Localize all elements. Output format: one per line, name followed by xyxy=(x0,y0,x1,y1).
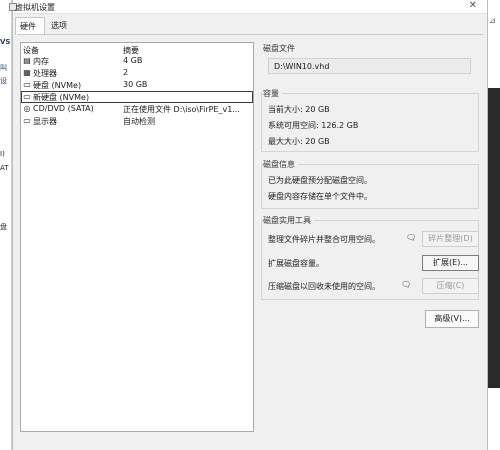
info-tooltip-icon: 🗨 xyxy=(401,280,412,289)
device-summary: 2 xyxy=(123,68,129,77)
expand-description: 扩展磁盘容量。 xyxy=(268,259,324,268)
disk-info-group: 磁盘信息 已为此硬盘预分配磁盘空间。 硬盘内容存储在单个文件中。 xyxy=(261,159,479,209)
tab-hardware[interactable]: 硬件 xyxy=(15,17,45,35)
current-size-text: 当前大小: 20 GB xyxy=(268,105,330,114)
background-text-fragment: 叫 xyxy=(0,64,7,72)
device-row-display[interactable]: ▭ 显示器 自动检测 xyxy=(21,115,253,127)
device-summary: 30 GB xyxy=(123,80,148,89)
compact-description: 压缩磁盘以回收未使用的空间。 xyxy=(268,282,380,291)
resize-grip-icon: ⊿ xyxy=(489,16,496,25)
defragment-description: 整理文件碎片并整合可用空间。 xyxy=(268,235,380,244)
capacity-group: 容量 当前大小: 20 GB 系统可用空间: 126.2 GB 最大大小: 20… xyxy=(261,88,479,152)
disk-utilities-group: 磁盘实用工具 整理文件碎片并整合可用空间。 🗨 碎片整理(D) 扩展磁盘容量。 … xyxy=(261,215,479,300)
device-name: 硬盘 (NVMe) xyxy=(33,81,82,90)
memory-icon: ▤ xyxy=(23,56,31,65)
device-name: CD/DVD (SATA) xyxy=(33,104,94,113)
device-name: 内存 xyxy=(33,57,49,66)
background-window-left: VS 叫 设 I) AT 盘 xyxy=(0,0,12,450)
disk-info-group-box xyxy=(261,164,479,209)
device-summary: 4 GB xyxy=(123,56,143,65)
title-bar: 虚拟机设置 ✕ xyxy=(9,0,487,14)
max-size-text: 最大大小: 20 GB xyxy=(268,137,330,146)
tab-options[interactable]: 选项 xyxy=(47,17,73,35)
defragment-button[interactable]: 碎片整理(D) xyxy=(422,231,479,247)
advanced-button[interactable]: 高级(V)... xyxy=(425,310,479,328)
disk-file-label: 磁盘文件 xyxy=(263,43,298,54)
tab-bar: 硬件 选项 xyxy=(13,17,487,35)
background-window-right: ⊿ xyxy=(488,14,500,450)
disk-file-path: D:\WIN10.vhd xyxy=(268,58,471,74)
close-icon[interactable]: ✕ xyxy=(469,0,477,11)
background-text-fragment: I) xyxy=(0,150,5,158)
disk-info-label: 磁盘信息 xyxy=(263,159,298,170)
background-text-fragment: 盘 xyxy=(0,223,7,231)
capacity-label: 容量 xyxy=(263,88,282,99)
device-row-hard-disk[interactable]: ▭ 硬盘 (NVMe) 30 GB xyxy=(21,79,253,91)
background-dark-band xyxy=(488,88,500,388)
disk-file-group: 磁盘文件 D:\WIN10.vhd xyxy=(261,43,479,83)
info-tooltip-icon: 🗨 xyxy=(406,233,417,242)
background-text-fragment: AT xyxy=(0,164,9,172)
device-row-processor[interactable]: ▦ 处理器 2 xyxy=(21,67,253,79)
device-summary: 自动检测 xyxy=(123,117,155,126)
device-list: 设备 摘要 ▤ 内存 4 GB ▦ 处理器 2 ▭ 硬盘 (NVMe) 30 G… xyxy=(20,42,254,432)
tab-content: 设备 摘要 ▤ 内存 4 GB ▦ 处理器 2 ▭ 硬盘 (NVMe) 30 G… xyxy=(17,34,483,444)
processor-icon: ▦ xyxy=(23,68,31,77)
display-icon: ▭ xyxy=(23,116,31,125)
system-free-space-text: 系统可用空间: 126.2 GB xyxy=(268,121,359,130)
device-row-new-hard-disk[interactable]: ▭ 新硬盘 (NVMe) xyxy=(21,91,253,103)
vm-settings-dialog: 虚拟机设置 ✕ 硬件 选项 设备 摘要 ▤ 内存 4 GB ▦ 处理器 2 ▭ xyxy=(9,0,488,450)
disk-utilities-label: 磁盘实用工具 xyxy=(263,215,314,226)
disk-info-line-2: 硬盘内容存储在单个文件中。 xyxy=(268,192,372,201)
device-row-cd-dvd[interactable]: ◎ CD/DVD (SATA) 正在使用文件 D:\iso\FirPE_v1..… xyxy=(21,103,253,115)
background-text-fragment: VS xyxy=(0,38,11,46)
device-list-header: 设备 摘要 xyxy=(21,43,253,55)
device-summary: 正在使用文件 D:\iso\FirPE_v1... xyxy=(123,105,240,114)
disk-info-line-1: 已为此硬盘预分配磁盘空间。 xyxy=(268,176,372,185)
device-name: 显示器 xyxy=(33,117,57,126)
background-text-fragment: 设 xyxy=(0,77,7,85)
hard-disk-icon: ▭ xyxy=(23,80,31,89)
cd-dvd-icon: ◎ xyxy=(23,104,31,113)
window-title: 虚拟机设置 xyxy=(15,3,55,12)
device-name: 处理器 xyxy=(33,69,57,78)
device-row-memory[interactable]: ▤ 内存 4 GB xyxy=(21,55,253,67)
expand-button[interactable]: 扩展(E)... xyxy=(422,255,479,271)
device-name: 新硬盘 (NVMe) xyxy=(33,93,90,102)
hard-disk-icon: ▭ xyxy=(23,92,31,101)
compact-button[interactable]: 压缩(C) xyxy=(422,278,479,294)
